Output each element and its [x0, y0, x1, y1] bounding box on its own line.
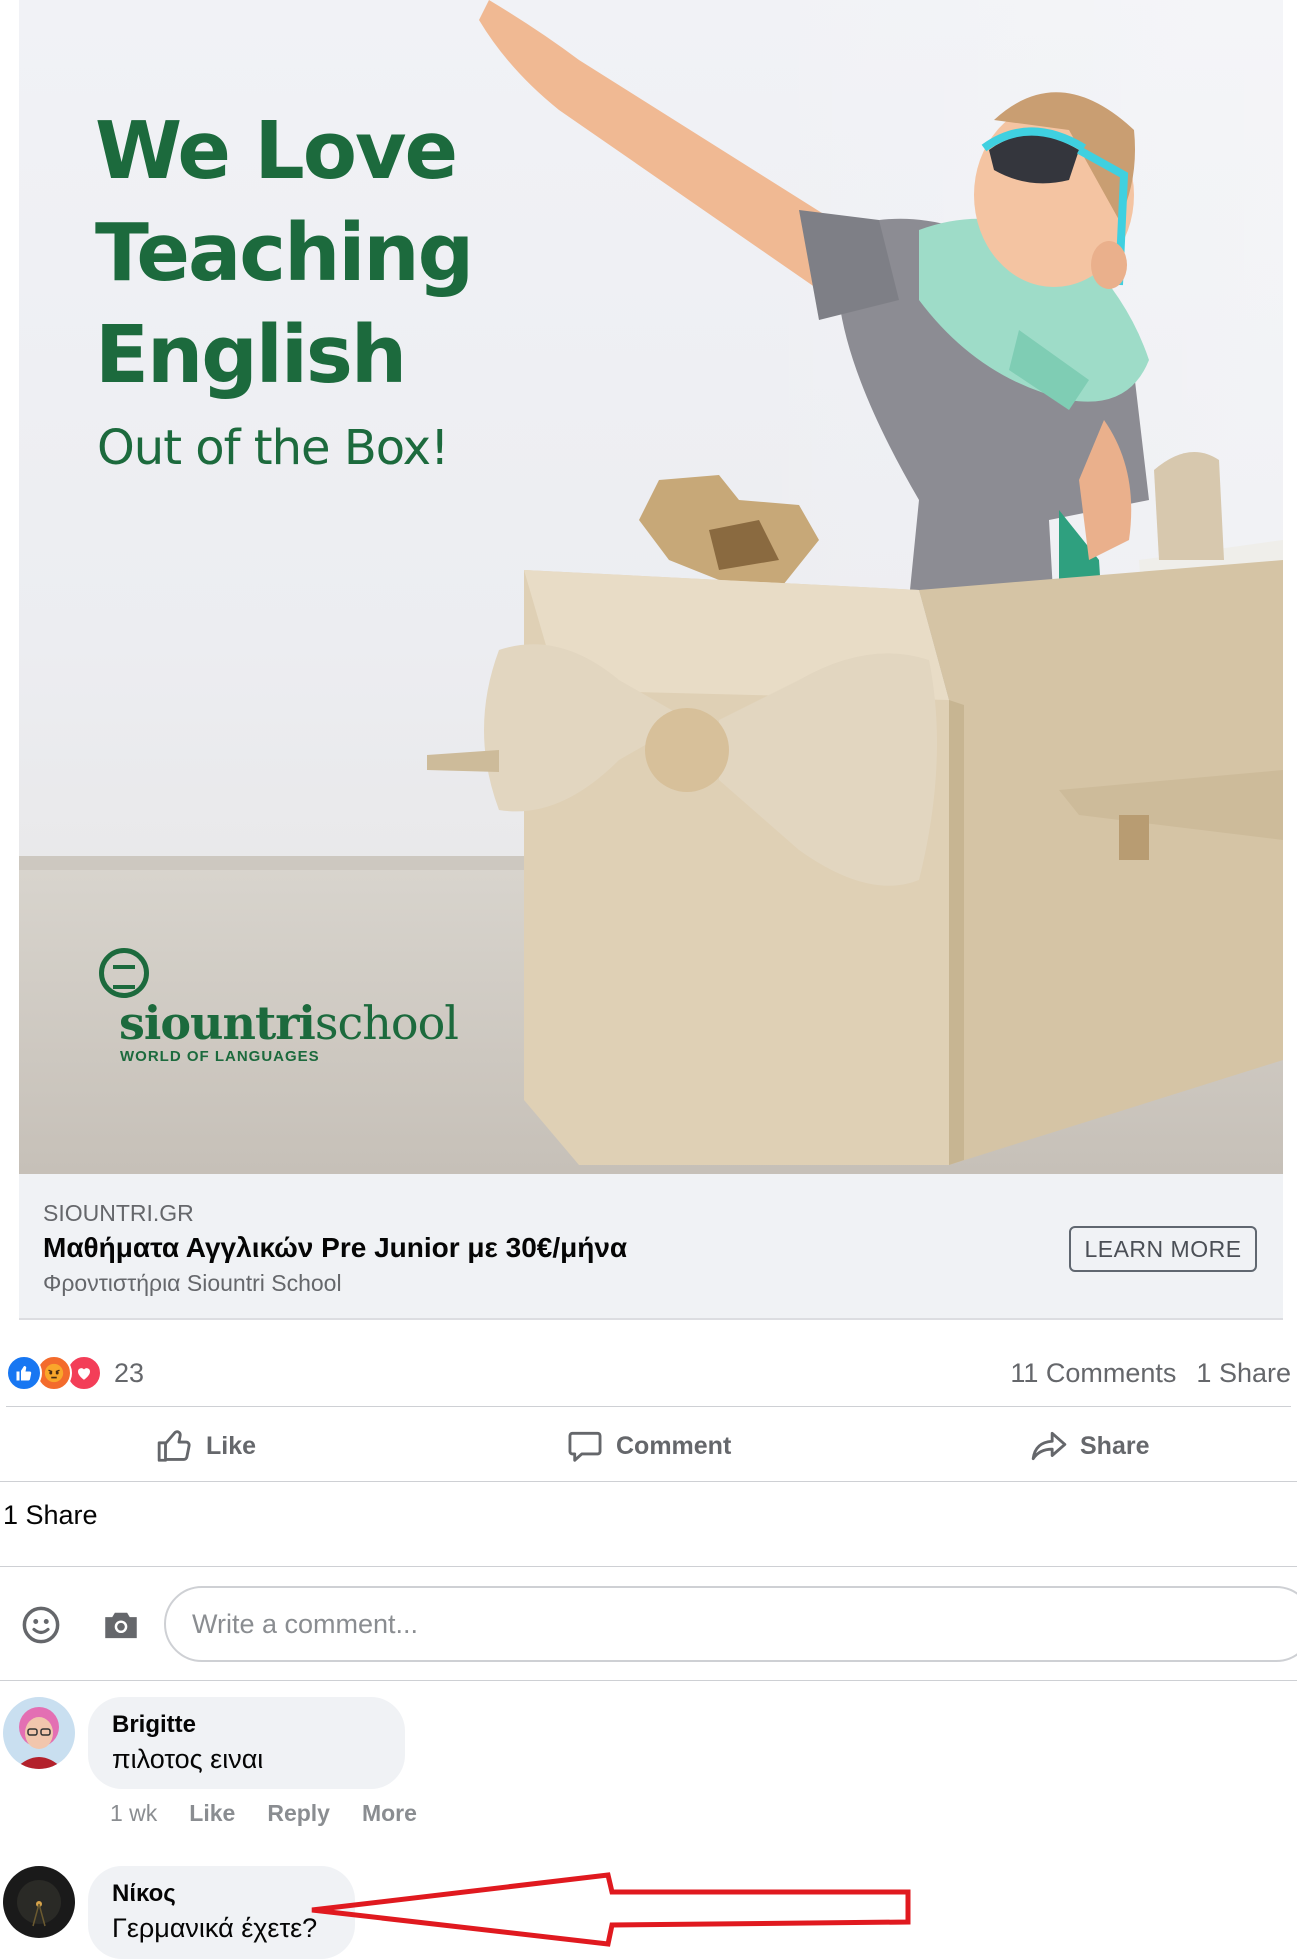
like-reaction-icon [6, 1355, 42, 1391]
like-button[interactable]: Like [156, 1420, 256, 1472]
child-in-cardboard-plane-illustration [427, 0, 1283, 1165]
comment-actions: 1 wk Like Reply More [110, 1800, 417, 1827]
school-logo-icon [99, 948, 149, 998]
ad-headline: We Love Teaching English [95, 105, 474, 401]
comment-author[interactable]: Νίκος [112, 1878, 331, 1910]
share-label: Share [1080, 1431, 1150, 1460]
logo-brand-light: school [314, 996, 459, 1050]
share-arrow-icon [1031, 1431, 1067, 1461]
link-domain: SIOUNTRI.GR [43, 1200, 194, 1226]
comment-text: πιλοτος ειναι [112, 1744, 264, 1774]
comment-more-button[interactable]: More [362, 1800, 417, 1827]
comment-reply-button[interactable]: Reply [267, 1800, 330, 1827]
shares-summary[interactable]: 1 Share [3, 1500, 98, 1531]
comments-count-link[interactable]: 11 Comments [1010, 1358, 1176, 1389]
comment-label: Comment [616, 1431, 732, 1460]
thumbs-up-icon [157, 1430, 191, 1462]
comment-bubble-icon [568, 1431, 602, 1462]
engagement-stats: 11 Comments 1 Share [1010, 1358, 1291, 1389]
school-logo-tagline: WORLD OF LANGUAGES [120, 1048, 320, 1065]
reactions-summary[interactable]: 23 [6, 1355, 144, 1391]
camera-icon[interactable] [100, 1604, 142, 1651]
red-annotation-arrow [311, 1872, 911, 1947]
divider [0, 1680, 1297, 1681]
link-preview-bar[interactable]: SIOUNTRI.GR Μαθήματα Αγγλικών Pre Junior… [19, 1174, 1283, 1320]
divider [6, 1406, 1291, 1407]
shares-count-link[interactable]: 1 Share [1196, 1358, 1291, 1389]
divider [0, 1566, 1297, 1567]
school-logo-wordmark: siountrischool [119, 996, 459, 1050]
share-button[interactable]: Share [1030, 1420, 1149, 1472]
ad-subheadline: Out of the Box! [97, 420, 449, 476]
comment-timestamp[interactable]: 1 wk [110, 1800, 157, 1827]
reaction-count: 23 [114, 1357, 145, 1388]
avatar[interactable] [3, 1866, 75, 1938]
comment-button[interactable]: Comment [566, 1420, 731, 1472]
comment-input[interactable]: Write a comment... [164, 1586, 1297, 1662]
link-title[interactable]: Μαθήματα Αγγλικών Pre Junior με 30€/μήνα [43, 1232, 627, 1264]
comment-text: Γερμανικά έχετε? [112, 1913, 318, 1943]
link-description: Φροντιστήρια Siountri School [43, 1270, 342, 1296]
learn-more-button[interactable]: LEARN MORE [1069, 1226, 1257, 1272]
logo-brand-bold: siountri [119, 996, 316, 1050]
nikos-avatar-image [3, 1866, 75, 1938]
ad-image[interactable]: We Love Teaching English Out of the Box!… [19, 0, 1283, 1174]
avatar[interactable] [3, 1697, 75, 1769]
brigitte-avatar-image [3, 1697, 75, 1769]
comment-bubble: Brigitte πιλοτος ειναι [88, 1697, 405, 1789]
like-label: Like [206, 1431, 257, 1460]
comment-author[interactable]: Brigitte [112, 1709, 381, 1741]
comment-like-button[interactable]: Like [189, 1800, 235, 1827]
divider [0, 1481, 1297, 1482]
emoji-icon[interactable] [20, 1604, 62, 1651]
